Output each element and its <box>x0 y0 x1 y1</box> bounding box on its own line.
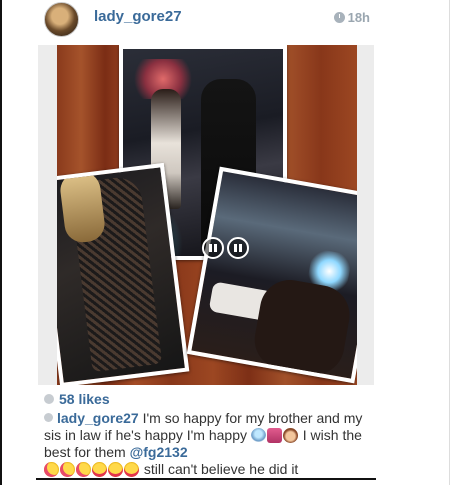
heart-eyes-emoji-icon <box>124 462 139 477</box>
post-frame: lady_gore27 18h 58 likes lady_gore27 I'm… <box>0 0 450 485</box>
post-header: lady_gore27 18h <box>36 0 372 40</box>
caption-username[interactable]: lady_gore27 <box>57 410 139 426</box>
post-photo[interactable] <box>57 45 357 385</box>
kiss-face-emoji-icon <box>44 462 59 477</box>
pause-icon[interactable] <box>202 237 224 259</box>
avatar[interactable] <box>44 2 79 37</box>
mention-link[interactable]: @fg2132 <box>130 444 188 460</box>
caption-text: still can't believe he did it <box>140 461 299 477</box>
clock-icon <box>333 12 345 23</box>
comment-icon <box>44 413 53 422</box>
time-ago-label: 18h <box>347 10 370 25</box>
kiss-face-emoji-icon <box>76 462 91 477</box>
post-username[interactable]: lady_gore27 <box>94 8 182 25</box>
kiss-face-emoji-icon <box>60 462 75 477</box>
divider <box>36 478 376 480</box>
heart-icon <box>44 394 54 404</box>
likes-row[interactable]: 58 likes <box>44 391 110 407</box>
gift-emoji-icon <box>266 428 282 443</box>
post-timestamp: 18h <box>333 10 370 25</box>
heart-eyes-emoji-icon <box>92 462 107 477</box>
post-caption: lady_gore27 I'm so happy for my brother … <box>44 410 374 478</box>
heart-eyes-emoji-icon <box>108 462 123 477</box>
likes-count[interactable]: 58 likes <box>59 391 110 407</box>
pause-icon[interactable] <box>227 237 249 259</box>
girl-emoji-icon <box>282 428 298 443</box>
ring-emoji-icon <box>250 428 266 443</box>
